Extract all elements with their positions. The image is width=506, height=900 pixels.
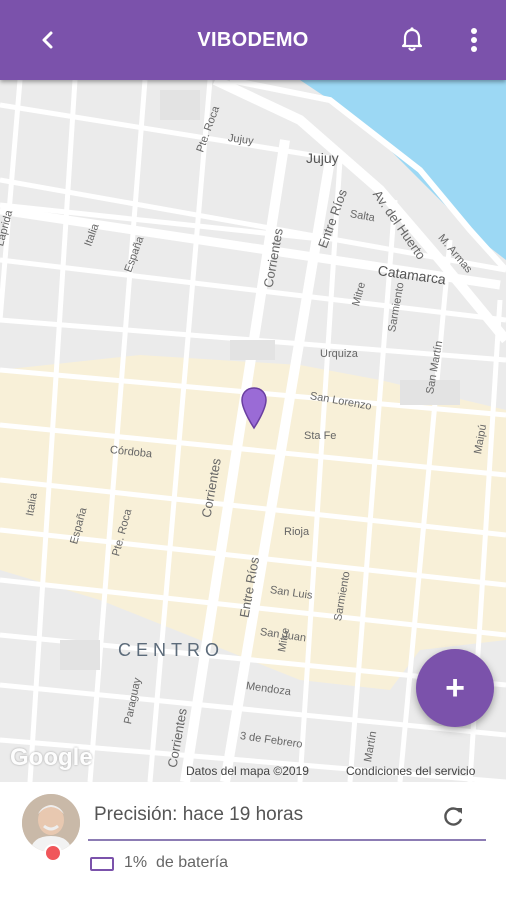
location-pin[interactable] bbox=[240, 386, 268, 430]
bell-icon bbox=[401, 27, 423, 52]
divider bbox=[88, 839, 486, 841]
district-label: CENTRO bbox=[118, 640, 224, 660]
map-attribution: Datos del mapa ©2019 bbox=[186, 764, 309, 778]
terms-link[interactable]: Condiciones del servicio bbox=[346, 764, 475, 778]
battery-icon bbox=[90, 857, 114, 871]
precision-text: Precisión: hace 19 horas bbox=[94, 804, 304, 825]
street-label: Sta Fe bbox=[304, 430, 337, 442]
notifications-button[interactable] bbox=[396, 24, 428, 56]
refresh-button[interactable] bbox=[440, 804, 466, 830]
street-label: Urquiza bbox=[320, 348, 358, 360]
battery-status: 1% de batería bbox=[124, 854, 228, 872]
more-vert-icon bbox=[471, 28, 477, 52]
refresh-icon bbox=[444, 807, 463, 826]
status-dot bbox=[44, 844, 62, 862]
street-label: Rioja bbox=[284, 526, 310, 538]
app-bar: VIBODEMO bbox=[0, 0, 506, 80]
app-title: VIBODEMO bbox=[197, 29, 309, 51]
device-panel: Precisión: hace 19 horas 1% de batería bbox=[0, 782, 506, 900]
map-pin-icon bbox=[241, 387, 267, 430]
add-fab[interactable]: + bbox=[416, 649, 494, 727]
more-options-button[interactable] bbox=[458, 22, 490, 58]
street-label: Jujuy bbox=[306, 150, 339, 166]
battery-label: de batería bbox=[156, 854, 229, 871]
plus-icon: + bbox=[445, 669, 465, 707]
google-logo: Google bbox=[10, 744, 93, 771]
battery-value: 1% bbox=[124, 854, 148, 871]
